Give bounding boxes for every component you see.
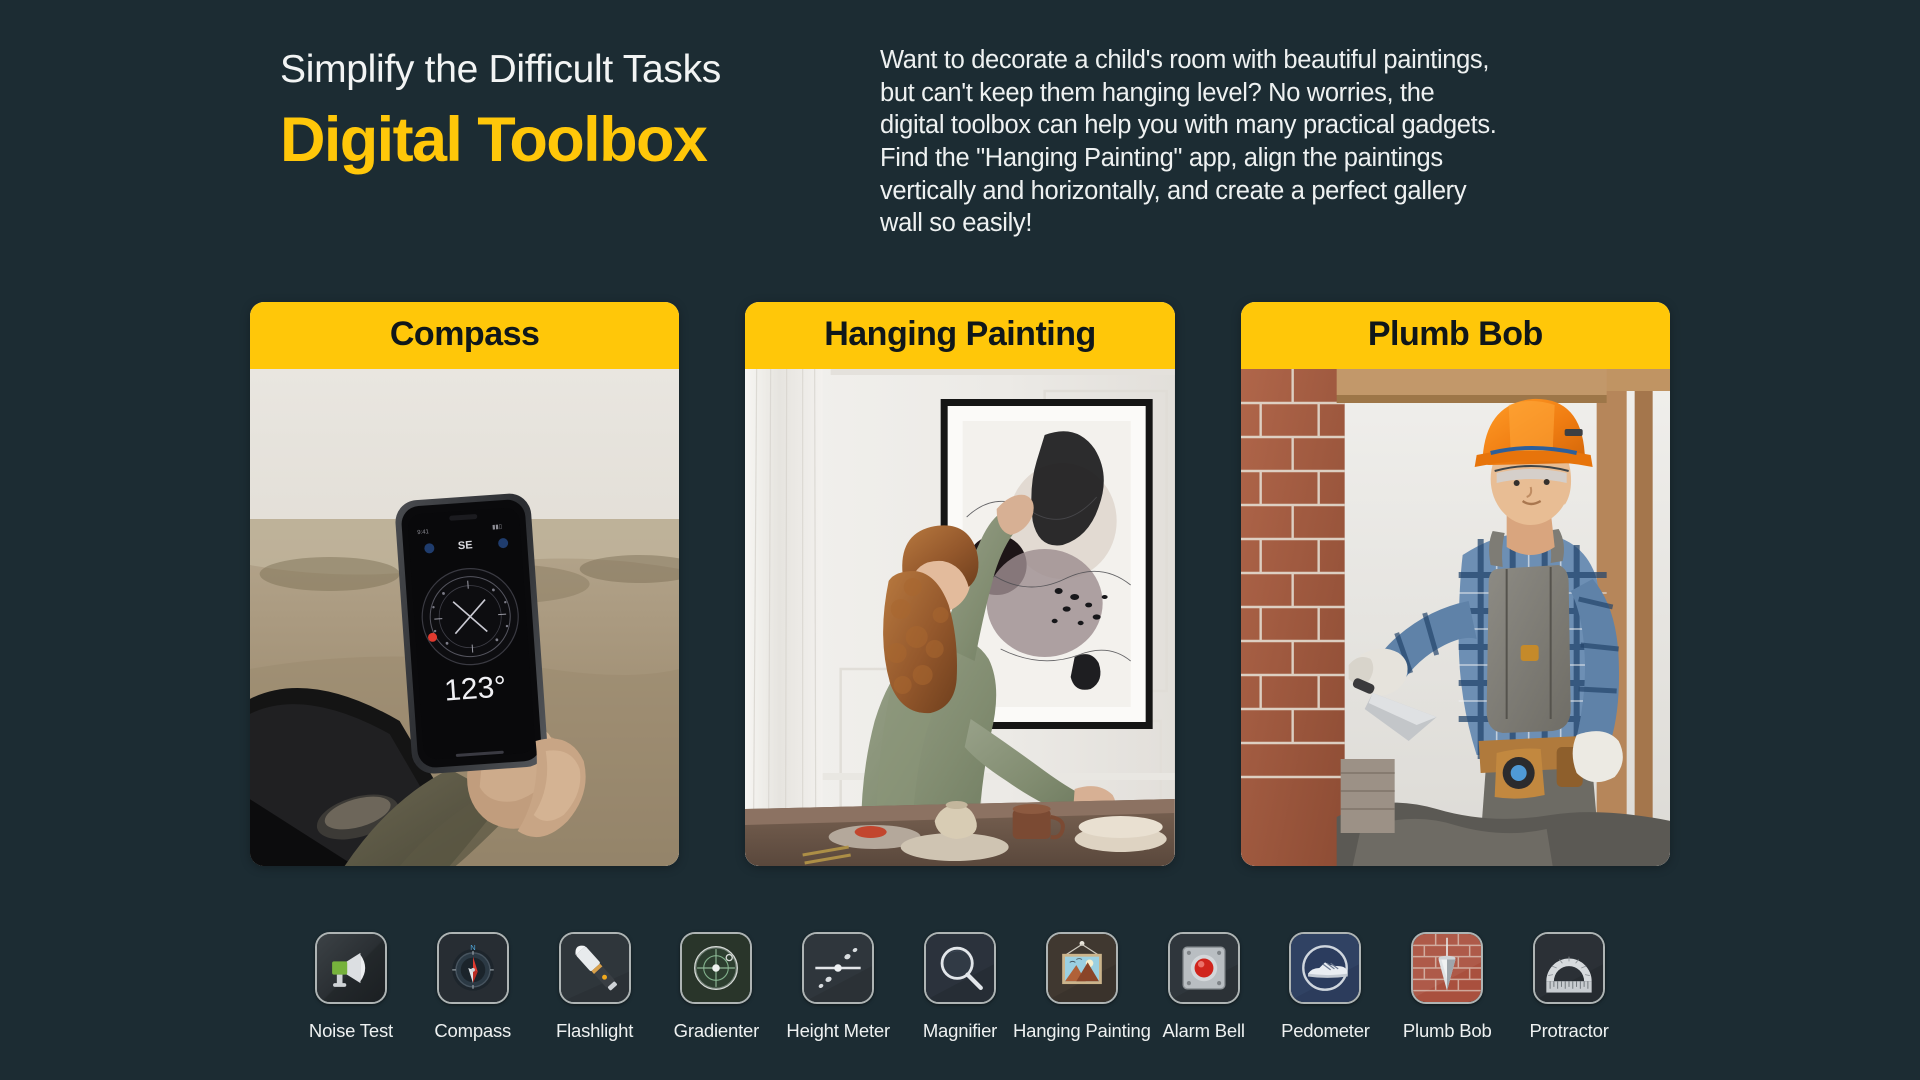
app-icon-label: Height Meter [786, 1020, 890, 1041]
app-icon-protractor[interactable]: Protractor [1508, 932, 1630, 1042]
app-icon-label: Protractor [1529, 1020, 1609, 1041]
card-title-plumb-bob: Plumb Bob [1240, 301, 1670, 370]
framed-picture-icon[interactable] [1045, 932, 1118, 1004]
flashlight-icon[interactable] [558, 932, 631, 1004]
app-icon-compass[interactable]: N Compass [412, 932, 534, 1042]
header-title-block: Simplify the Difficult Tasks Digital Too… [0, 38, 880, 177]
app-icon-label: Compass [434, 1020, 512, 1041]
plumb-bob-icon[interactable] [1411, 932, 1484, 1004]
app-icon-flashlight[interactable]: Flashlight [534, 932, 656, 1042]
app-icon-label: Magnifier [922, 1020, 998, 1041]
svg-text:N: N [470, 943, 475, 952]
magnifier-icon[interactable] [924, 932, 996, 1004]
compass-icon[interactable]: N [436, 932, 509, 1004]
feature-card-compass[interactable]: Compass 9:41 ▮▮▯ SE 123° [250, 301, 680, 867]
app-icon-strip: Noise Test N Compass Flashlight Gradient… [0, 932, 1920, 1042]
compass-photo: 9:41 ▮▮▯ SE 123° [250, 369, 680, 867]
app-icon-plumb-bob[interactable]: Plumb Bob [1386, 932, 1508, 1042]
eyebrow-text: Simplify the Difficult Tasks [280, 48, 721, 91]
app-icon-alarm-bell[interactable]: Alarm Bell [1143, 932, 1265, 1042]
page-header: Simplify the Difficult Tasks Digital Too… [0, 0, 1920, 240]
app-icon-label: Flashlight [555, 1020, 634, 1041]
app-icon-label: Alarm Bell [1162, 1020, 1245, 1041]
header-description-block: Want to decorate a child's room with bea… [880, 38, 1520, 240]
feature-card-row: Compass 9:41 ▮▮▯ SE 123° Hanging Paintin… [0, 301, 1920, 867]
app-icon-pedometer[interactable]: Pedometer [1265, 932, 1387, 1042]
gradienter-icon[interactable] [680, 932, 753, 1004]
app-icon-gradienter[interactable]: Gradienter [655, 932, 777, 1042]
height-meter-icon[interactable] [802, 932, 875, 1004]
card-title-hanging-painting: Hanging Painting [745, 301, 1175, 370]
app-icon-label: Plumb Bob [1402, 1020, 1492, 1041]
app-icon-label: Pedometer [1281, 1020, 1370, 1041]
app-icon-height-meter[interactable]: Height Meter [777, 932, 899, 1042]
app-icon-hanging-painting[interactable]: Hanging Painting [1013, 932, 1151, 1042]
app-icon-label: Hanging Painting [1012, 1020, 1151, 1041]
feature-card-plumb-bob[interactable]: Plumb Bob [1240, 301, 1670, 867]
feature-card-hanging-painting[interactable]: Hanging Painting [745, 301, 1175, 867]
page-title: Digital Toolbox [280, 104, 708, 175]
app-icon-label: Gradienter [673, 1020, 760, 1041]
hanging-painting-photo [745, 369, 1175, 867]
protractor-icon[interactable] [1533, 932, 1606, 1004]
intro-paragraph: Want to decorate a child's room with bea… [880, 46, 1497, 238]
alarm-bell-icon[interactable] [1167, 932, 1240, 1004]
sneaker-icon[interactable] [1289, 932, 1362, 1004]
app-icon-noise-test[interactable]: Noise Test [290, 932, 412, 1042]
plumb-bob-photo [1240, 369, 1670, 867]
megaphone-icon[interactable] [314, 932, 387, 1004]
app-icon-label: Noise Test [308, 1020, 393, 1041]
app-icon-magnifier[interactable]: Magnifier [899, 932, 1021, 1042]
card-title-compass: Compass [250, 301, 680, 370]
